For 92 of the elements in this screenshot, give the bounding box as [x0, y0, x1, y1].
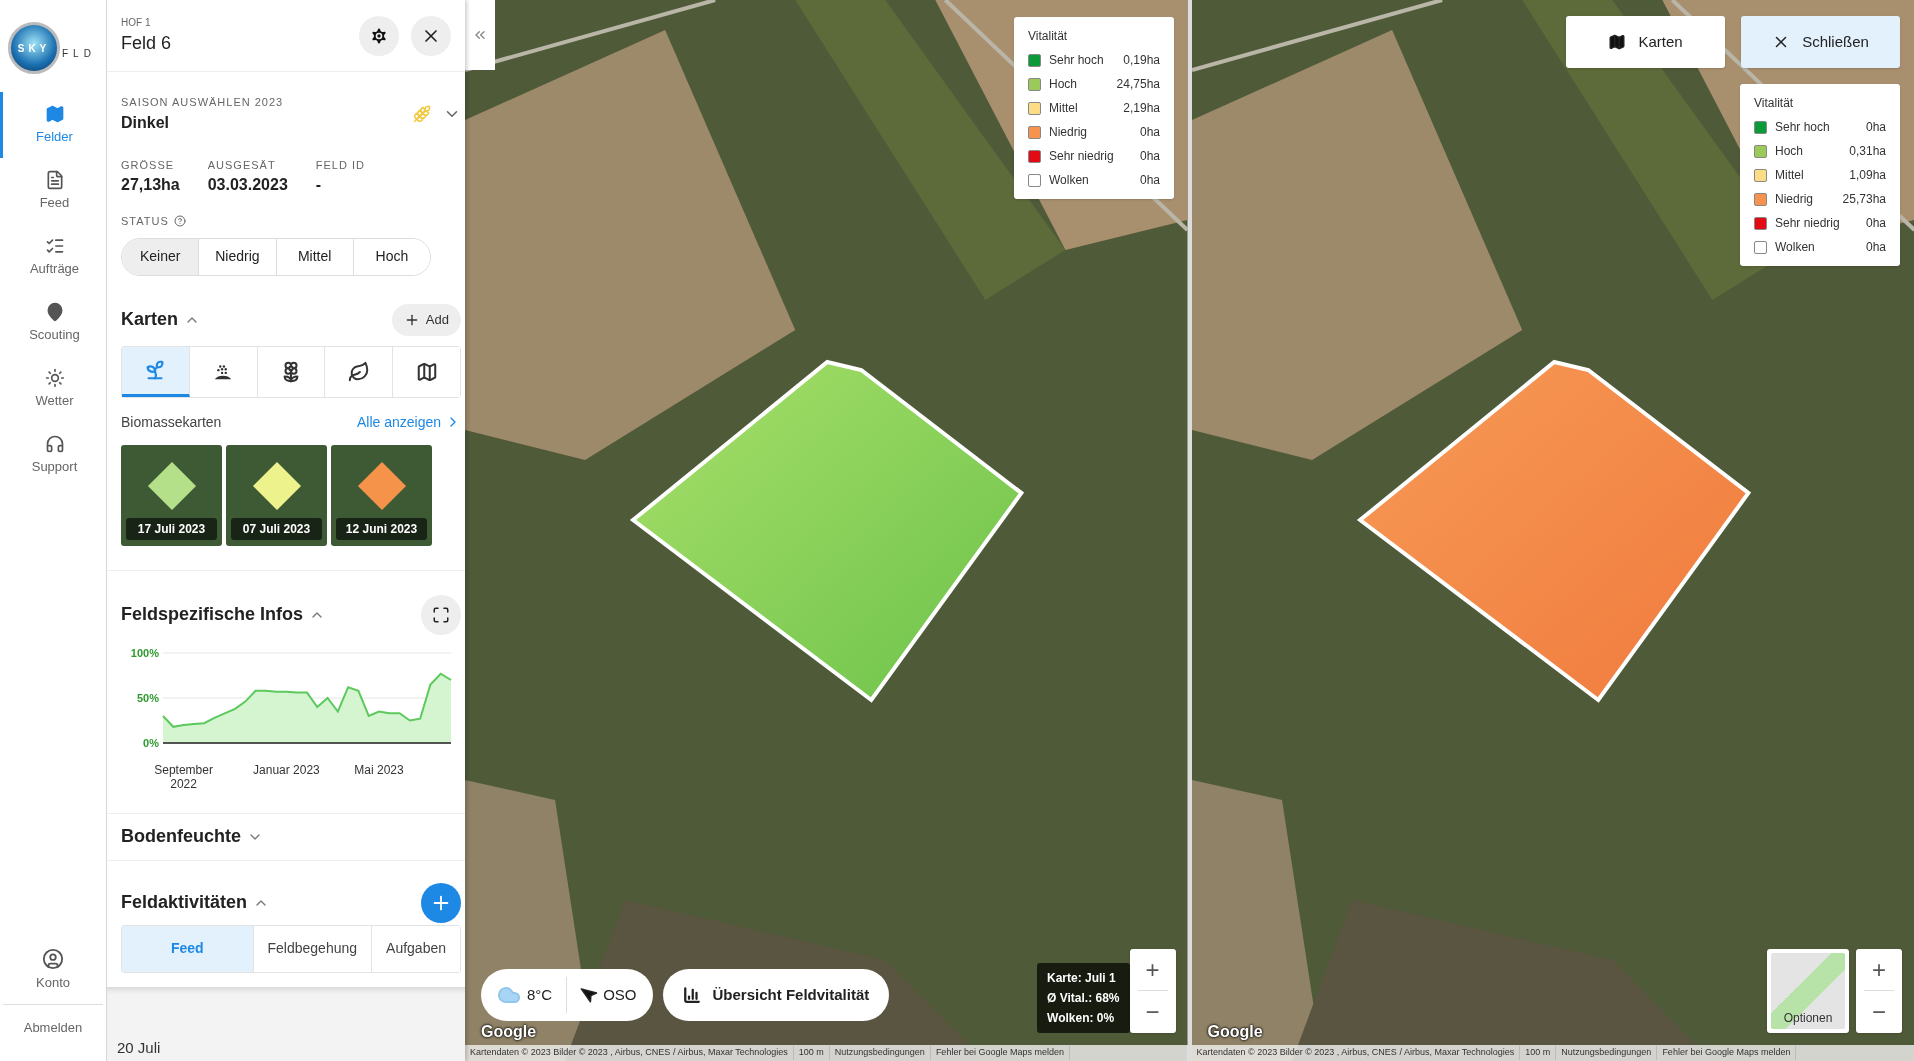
vitality-overview-button[interactable]: Übersicht Feldvitalität: [662, 969, 890, 1021]
legend-label: Sehr niedrig: [1049, 148, 1115, 165]
legend-label: Sehr niedrig: [1775, 215, 1841, 232]
status-option[interactable]: Keiner: [122, 238, 200, 275]
zoom-in-button[interactable]: +: [1129, 949, 1176, 990]
temperature: 8°C: [527, 984, 553, 1005]
farm-label: HOF 1: [121, 15, 152, 30]
stat-label: AUSGESÄT: [207, 157, 277, 173]
section-title: Bodenfeuchte: [121, 825, 241, 848]
legend-value: 0ha: [1865, 119, 1886, 136]
legend-value: 1,09ha: [1849, 167, 1886, 184]
subsection-title: Biomassekarten: [121, 412, 223, 432]
legend-title: Vitalität: [1028, 28, 1069, 45]
legend-value: 24,75ha: [1116, 76, 1160, 93]
legend-value: 2,19ha: [1123, 100, 1160, 117]
map-options-button[interactable]: Optionen: [1767, 949, 1849, 1033]
legend-value: 25,73ha: [1842, 191, 1886, 208]
legend-label: Mittel: [1775, 167, 1805, 184]
weather-pill[interactable]: 8°C OSO: [481, 969, 653, 1021]
nav-item[interactable]: Feed: [0, 158, 106, 224]
section-title: Feldspezifische Infos: [121, 603, 304, 626]
attribution-text[interactable]: Fehler bei Google Maps melden: [1657, 1046, 1797, 1060]
map-info-line: Karte: Juli 1: [1047, 970, 1117, 987]
section-title: Feldaktivitäten: [121, 891, 248, 914]
thumbnail-date: 17 Juli 2023: [126, 517, 217, 540]
nav-item[interactable]: Scouting: [0, 290, 106, 356]
stat-value: 27,13ha: [121, 175, 180, 195]
legend-value: 0ha: [1139, 124, 1160, 141]
show-all-link[interactable]: Alle anzeigen: [356, 411, 441, 433]
axis-tick-label: 0%: [143, 736, 159, 749]
legend-label: Sehr hoch: [1049, 52, 1105, 69]
legend-label: Niedrig: [1775, 191, 1814, 208]
close-view-button[interactable]: Schließen: [1741, 16, 1900, 68]
logo-text: SKY: [17, 41, 51, 56]
legend-label: Hoch: [1775, 143, 1804, 160]
attribution-text: Kartendaten © 2023 Bilder © 2023 , Airbus, CNES / Airbus, Maxar Technologies: [465, 1046, 794, 1060]
axis-tick-label: 50%: [136, 691, 159, 704]
attribution-text[interactable]: Fehler bei Google Maps melden: [930, 1046, 1070, 1060]
wind-direction: OSO: [603, 984, 637, 1005]
axis-tick-label: September 2022: [153, 762, 214, 791]
attribution-text[interactable]: Nutzungsbedingungen: [829, 1046, 931, 1060]
stat-label: FELD ID: [315, 157, 365, 173]
nav-item[interactable]: Aufträge: [0, 224, 106, 290]
season-label: SAISON AUSWÄHLEN 2023: [121, 95, 285, 110]
map-info-line: Ø Vital.: 68%: [1047, 990, 1120, 1007]
legend-title: Vitalität: [1754, 95, 1795, 112]
legend-value: 0ha: [1139, 172, 1160, 189]
options-label: Optionen: [1783, 1010, 1833, 1027]
legend-label: Sehr hoch: [1775, 119, 1831, 136]
map-provider-logo: Google: [481, 1022, 537, 1042]
legend-value: 0ha: [1865, 239, 1886, 256]
axis-tick-label: 100%: [130, 646, 159, 659]
account-button[interactable]: Konto: [0, 947, 106, 1004]
nav-item[interactable]: Support: [0, 422, 106, 488]
maps-button[interactable]: Karten: [1566, 16, 1725, 68]
legend-label: Niedrig: [1049, 124, 1088, 141]
crop-name: Dinkel: [121, 112, 170, 133]
legend-label: Hoch: [1049, 76, 1078, 93]
map-thumbnail[interactable]: 12 Juni 2023: [331, 444, 432, 546]
attribution-text: 100 m: [1520, 1046, 1557, 1060]
legend-value: 0,19ha: [1123, 52, 1160, 69]
map-thumbnail[interactable]: 07 Juli 2023: [226, 444, 327, 546]
add-map-button[interactable]: Add: [391, 303, 461, 336]
thumbnail-date: 12 Juni 2023: [336, 517, 427, 540]
feed-date: 20 Juli: [117, 1037, 161, 1058]
nav-item[interactable]: Wetter: [0, 356, 106, 422]
legend-label: Mittel: [1049, 100, 1079, 117]
zoom-in-button[interactable]: +: [1856, 949, 1902, 990]
legend-label: Wolken: [1049, 172, 1090, 189]
stat-value: -: [315, 175, 323, 195]
stat-value: 03.03.2023: [207, 175, 288, 195]
legend-value: 0ha: [1139, 148, 1160, 165]
axis-tick-label: Januar 2023: [252, 762, 321, 777]
stat-label: GRÖSSE: [121, 157, 176, 173]
zoom-out-button[interactable]: −: [1856, 991, 1902, 1032]
legend-value: 0ha: [1865, 215, 1886, 232]
attribution-text: 100 m: [793, 1046, 830, 1060]
legend-label: Wolken: [1775, 239, 1816, 256]
attribution-text[interactable]: Nutzungsbedingungen: [1556, 1046, 1658, 1060]
legend-value: 0,31ha: [1849, 143, 1886, 160]
logo-text: FLD: [62, 46, 96, 61]
map-info-line: Wolken: 0%: [1047, 1010, 1116, 1027]
field-title: Feld 6: [121, 31, 173, 55]
axis-tick-label: Mai 2023: [353, 762, 405, 777]
status-label: STATUS: [121, 214, 169, 229]
map-thumbnail[interactable]: 17 Juli 2023: [121, 444, 222, 546]
section-title: Karten: [121, 308, 178, 331]
thumbnail-date: 07 Juli 2023: [231, 517, 322, 540]
attribution-text: Kartendaten © 2023 Bilder © 2023 , Airbus, CNES / Airbus, Maxar Technologies: [1191, 1046, 1521, 1060]
zoom-out-button[interactable]: −: [1129, 991, 1176, 1032]
logout-link[interactable]: Abmelden: [0, 1005, 106, 1051]
map-provider-logo: Google: [1207, 1022, 1263, 1042]
